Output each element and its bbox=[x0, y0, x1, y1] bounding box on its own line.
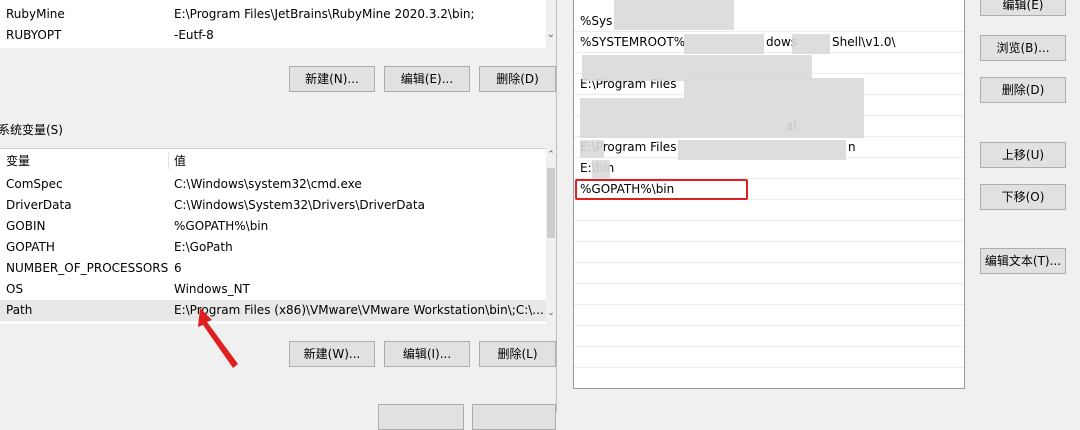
list-item[interactable] bbox=[574, 326, 964, 347]
system-edit-button[interactable]: 编辑(I)... bbox=[384, 341, 470, 367]
browse-button[interactable]: 浏览(B)... bbox=[980, 35, 1066, 61]
system-new-button[interactable]: 新建(W)... bbox=[289, 341, 375, 367]
edit-button[interactable]: 编辑(E) bbox=[980, 0, 1066, 16]
cancel-button[interactable] bbox=[472, 404, 556, 430]
variable-name: RUBYOPT bbox=[6, 28, 62, 42]
list-item[interactable]: %SYSTEMROOT% dows Shell\v1.0\ bbox=[574, 32, 964, 53]
list-item[interactable]: E:\bin bbox=[574, 158, 964, 179]
move-down-button[interactable]: 下移(O) bbox=[980, 184, 1066, 210]
scrollbar-thumb[interactable] bbox=[547, 168, 555, 238]
variable-value: C:\Windows\system32\cmd.exe bbox=[174, 177, 362, 191]
list-item[interactable]: RubyMine E:\Program Files\JetBrains\Ruby… bbox=[0, 4, 546, 25]
table-row[interactable]: DriverData C:\Windows\System32\Drivers\D… bbox=[0, 195, 546, 216]
list-item[interactable] bbox=[574, 284, 964, 305]
list-item[interactable] bbox=[574, 368, 964, 388]
item-text-fragment: n bbox=[848, 140, 856, 154]
table-row[interactable]: GOPATH E:\GoPath bbox=[0, 237, 546, 258]
list-item[interactable] bbox=[574, 242, 964, 263]
list-item[interactable] bbox=[574, 263, 964, 284]
table-row[interactable]: ComSpec C:\Windows\system32\cmd.exe bbox=[0, 174, 546, 195]
column-header-value[interactable]: 值 bbox=[174, 150, 186, 172]
move-up-button[interactable]: 上移(U) bbox=[980, 142, 1066, 168]
user-delete-button[interactable]: 删除(D) bbox=[479, 66, 556, 92]
blur-mask bbox=[792, 34, 830, 54]
variable-value: E:\GoPath bbox=[174, 240, 233, 254]
column-divider bbox=[168, 152, 169, 169]
variable-name: DriverData bbox=[6, 198, 72, 212]
table-row[interactable]: GOBIN %GOPATH%\bin bbox=[0, 216, 546, 237]
chevron-down-icon[interactable]: ⌄ bbox=[546, 308, 556, 318]
list-item[interactable]: RUBYOPT -Eutf-8 bbox=[0, 25, 546, 46]
blur-mask bbox=[614, 0, 734, 30]
variable-value: C:\Windows\System32\Drivers\DriverData bbox=[174, 198, 425, 212]
environment-variables-dialog: RubyMine E:\Program Files\JetBrains\Ruby… bbox=[0, 0, 556, 430]
blur-mask bbox=[678, 140, 846, 160]
delete-button[interactable]: 删除(D) bbox=[980, 77, 1066, 103]
variable-value: Windows_NT bbox=[174, 282, 250, 296]
blur-mask bbox=[580, 140, 604, 158]
chevron-down-icon[interactable]: ⌄ bbox=[546, 28, 556, 42]
column-header-variable[interactable]: 变量 bbox=[6, 150, 30, 172]
ok-button[interactable] bbox=[378, 404, 464, 430]
variable-value: E:\Program Files\JetBrains\RubyMine 2020… bbox=[174, 7, 475, 21]
variable-value: 6 bbox=[174, 261, 182, 275]
item-text: %SYSTEMROOT% bbox=[580, 35, 686, 49]
list-item[interactable] bbox=[574, 200, 964, 221]
table-row[interactable]: NUMBER_OF_PROCESSORS 6 bbox=[0, 258, 546, 279]
system-variables-list[interactable]: 变量 值 ComSpec C:\Windows\system32\cmd.exe… bbox=[0, 148, 546, 324]
table-row[interactable]: OS Windows_NT bbox=[0, 279, 546, 300]
table-row-selected[interactable]: Path E:\Program Files (x86)\VMware\VMwar… bbox=[0, 300, 546, 321]
blur-mask bbox=[684, 78, 864, 98]
annotation-arrow bbox=[198, 308, 238, 368]
variable-name: OS bbox=[6, 282, 24, 296]
blur-mask bbox=[592, 160, 610, 178]
list-item[interactable] bbox=[574, 305, 964, 326]
variable-value: %GOPATH%\bin bbox=[174, 219, 269, 233]
system-variables-label: 系统变量(S) bbox=[0, 123, 63, 137]
variable-name: GOPATH bbox=[6, 240, 55, 254]
list-item[interactable] bbox=[574, 347, 964, 368]
scrollbar[interactable]: ⌃ ⌄ bbox=[546, 148, 556, 323]
variable-name: RubyMine bbox=[6, 7, 65, 21]
edit-text-button[interactable]: 编辑文本(T)... bbox=[980, 248, 1066, 274]
blur-mask bbox=[684, 34, 764, 54]
variable-name: GOBIN bbox=[6, 219, 46, 233]
user-edit-button[interactable]: 编辑(E)... bbox=[384, 66, 470, 92]
blur-mask bbox=[580, 98, 864, 138]
user-new-button[interactable]: 新建(N)... bbox=[289, 66, 375, 92]
variable-name: ComSpec bbox=[6, 177, 63, 191]
variable-name: NUMBER_OF_PROCESSORS bbox=[6, 261, 169, 275]
variable-value: -Eutf-8 bbox=[174, 28, 214, 42]
list-item[interactable] bbox=[574, 221, 964, 242]
system-delete-button[interactable]: 删除(L) bbox=[479, 341, 556, 367]
item-text-fragment: Shell\v1.0\ bbox=[832, 35, 896, 49]
user-variables-list[interactable]: RubyMine E:\Program Files\JetBrains\Ruby… bbox=[0, 0, 546, 48]
variable-name: Path bbox=[6, 303, 33, 317]
highlight-box bbox=[575, 179, 748, 200]
chevron-up-icon[interactable]: ⌃ bbox=[546, 150, 556, 160]
